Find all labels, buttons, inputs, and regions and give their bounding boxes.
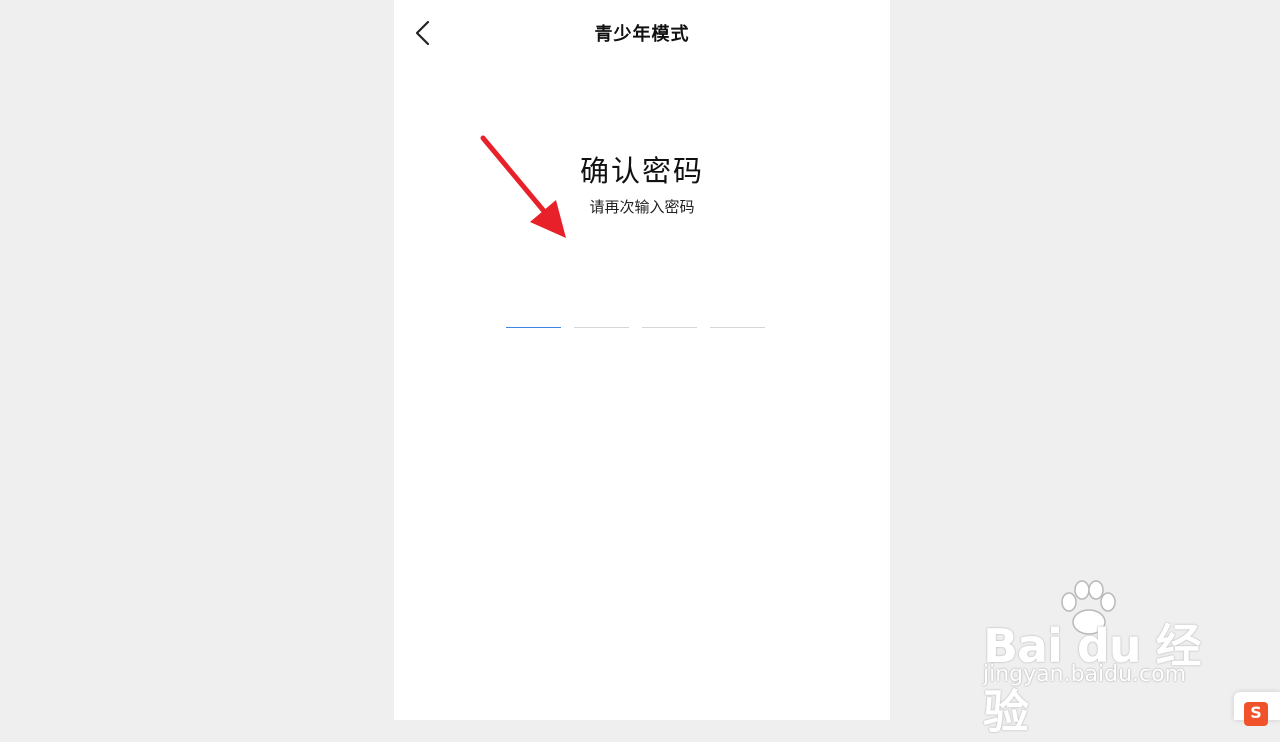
watermark-url: jingyan.baidu.com	[983, 662, 1187, 687]
nav-bar: 青少年模式	[394, 0, 890, 66]
baidu-jingyan-watermark: Bai du 经验 jingyan.baidu.com	[975, 580, 1225, 739]
page-title: 青少年模式	[594, 24, 690, 45]
pin-digit-2[interactable]	[574, 296, 629, 328]
red-arrow-icon	[480, 135, 566, 238]
pin-digit-3[interactable]	[642, 296, 697, 328]
sogou-icon: S	[1244, 702, 1268, 726]
corner-badge[interactable]: S	[1234, 692, 1280, 726]
confirm-password-subheading: 请再次输入密码	[589, 198, 695, 216]
pin-digit-1[interactable]	[506, 296, 561, 328]
pin-digit-4[interactable]	[710, 296, 765, 328]
pin-input[interactable]	[506, 296, 766, 328]
confirm-password-heading: 确认密码	[579, 154, 704, 188]
phone-screen: 青少年模式 确认密码 请再次输入密码	[394, 0, 890, 720]
